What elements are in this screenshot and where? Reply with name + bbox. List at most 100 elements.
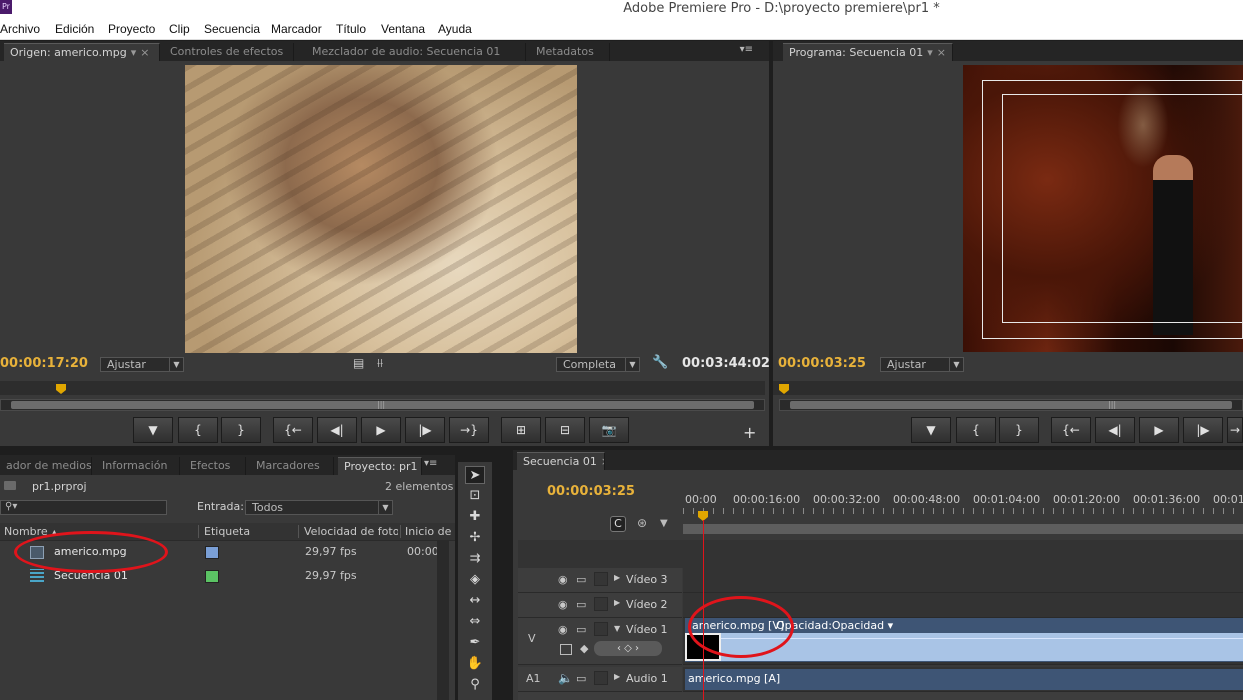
program-play-button[interactable]: ▶ (1139, 417, 1179, 443)
track-header-video2[interactable]: ◉ ▭ ▶ Vídeo 2 (518, 593, 682, 618)
expand-triangle-icon[interactable]: ▶ (614, 598, 620, 607)
track-area-video3[interactable] (683, 568, 1243, 593)
keyframe-navigator[interactable]: ‹ ◇ › (594, 641, 662, 656)
tab-controles-efectos[interactable]: Controles de efectos (164, 43, 294, 61)
target-a1-label[interactable]: A1 (526, 672, 541, 685)
eye-icon[interactable]: ◉ (558, 598, 568, 611)
lock-toggle[interactable] (594, 671, 608, 685)
program-time-ruler[interactable] (773, 381, 1243, 395)
tab-programa[interactable]: Programa: Secuencia 01 ▾ × (783, 43, 953, 61)
opacity-rubber-band[interactable] (721, 638, 1243, 639)
speaker-icon[interactable]: 🔈 (558, 671, 573, 685)
column-inicio[interactable]: Inicio de (400, 525, 452, 538)
pen-tool-icon[interactable]: ✒ (465, 634, 485, 652)
menu-proyecto[interactable]: Proyecto (108, 22, 155, 36)
track-select-tool-icon[interactable]: ⊡ (465, 487, 485, 505)
panel-menu-icon[interactable]: ▾≡ (740, 44, 753, 55)
timeline-ruler[interactable]: 00:00 00:00:16:00 00:00:32:00 00:00:48:0… (683, 490, 1243, 536)
film-icon[interactable]: ▭ (576, 623, 586, 636)
step-back-button[interactable]: ◀| (317, 417, 357, 443)
menu-ayuda[interactable]: Ayuda (438, 22, 472, 36)
program-zoom-scrollbar[interactable]: ||| (779, 399, 1243, 411)
rolling-edit-tool-icon[interactable]: ✢ (465, 529, 485, 547)
program-timecode[interactable]: 00:00:03:25 (778, 356, 866, 371)
column-velocidad[interactable]: Velocidad de fotog (298, 525, 398, 538)
zoom-tool-icon[interactable]: ⚲ (465, 676, 485, 694)
step-forward-button[interactable]: |▶ (405, 417, 445, 443)
tab-secuencia[interactable]: Secuencia 01 × (517, 452, 605, 470)
menu-archivo[interactable]: Archivo (0, 22, 40, 36)
menu-marcador[interactable]: Marcador (271, 22, 322, 36)
target-v-label[interactable]: V (528, 632, 536, 645)
go-to-out-button[interactable]: →} (449, 417, 489, 443)
expand-triangle-icon[interactable]: ▶ (614, 573, 620, 582)
timeline-timecode[interactable]: 00:00:03:25 (547, 484, 635, 499)
insert-button[interactable]: ⊞ (501, 417, 541, 443)
source-video-frame[interactable] (185, 65, 577, 353)
tab-explorador-medios[interactable]: ador de medios (0, 457, 92, 475)
collapse-triangle-icon[interactable]: ▼ (614, 624, 620, 633)
slide-tool-icon[interactable]: ⇔ (465, 613, 485, 631)
eye-icon[interactable]: ◉ (558, 573, 568, 586)
track-header-video3[interactable]: ◉ ▭ ▶ Vídeo 3 (518, 568, 682, 593)
project-scrollbar[interactable] (437, 541, 449, 700)
close-icon[interactable]: × (140, 46, 149, 59)
film-strip-icon[interactable]: ▤ (353, 356, 364, 370)
entrada-dropdown[interactable]: Todos ▼ (245, 500, 393, 515)
source-playhead[interactable] (56, 384, 66, 394)
wrench-icon[interactable]: 🔧 (652, 355, 668, 370)
export-frame-button[interactable]: 📷 (589, 417, 629, 443)
search-input[interactable]: ⚲▾ (0, 500, 167, 515)
panel-menu-icon[interactable]: ▾≡ (424, 458, 437, 469)
add-marker-icon[interactable]: ▼ (660, 518, 668, 529)
audio-clip-americo[interactable]: americo.mpg [A] (685, 669, 1243, 690)
audio-waveform-icon[interactable]: ⟊⟊ (377, 356, 383, 371)
track-header-audio1[interactable]: A1 🔈 ▭ ▶ Audio 1 (518, 667, 682, 692)
column-etiqueta[interactable]: Etiqueta (198, 525, 250, 538)
track-area-audio1[interactable]: americo.mpg [A] (683, 667, 1243, 692)
mark-in-button[interactable]: { (178, 417, 218, 443)
close-icon[interactable]: × (937, 46, 946, 59)
tab-mezclador-audio[interactable]: Mezclador de audio: Secuencia 01 (306, 43, 526, 61)
track-header-video1[interactable]: V ◉ ▭ ▼ Vídeo 1 ◆ ‹ ◇ › (518, 618, 682, 665)
hand-tool-icon[interactable]: ✋ (465, 655, 485, 673)
tab-origen[interactable]: Origen: americo.mpg ▾ × (4, 43, 160, 61)
lock-toggle[interactable] (594, 597, 608, 611)
tab-efectos[interactable]: Efectos (184, 457, 246, 475)
go-to-in-button[interactable]: {← (273, 417, 313, 443)
marker-icon[interactable]: ⊛ (637, 516, 647, 530)
expand-triangle-icon[interactable]: ▶ (614, 672, 620, 681)
work-area-bar[interactable] (683, 524, 1243, 534)
razor-tool-icon[interactable]: ◈ (465, 571, 485, 589)
menu-titulo[interactable]: Título (336, 22, 366, 36)
source-time-ruler[interactable] (0, 381, 765, 395)
tab-metadatos[interactable]: Metadatos (530, 43, 610, 61)
overwrite-button[interactable]: ⊟ (545, 417, 585, 443)
program-playhead[interactable] (779, 384, 789, 394)
label-color-chip[interactable] (205, 570, 219, 583)
keyframe-icon[interactable]: ◆ (580, 642, 588, 655)
selection-tool-icon[interactable]: ➤ (465, 466, 485, 484)
dropdown-arrow-icon[interactable]: ▾ (927, 46, 933, 59)
display-style-icon[interactable] (560, 644, 572, 655)
menu-secuencia[interactable]: Secuencia (204, 22, 260, 36)
audio-icon[interactable]: ▭ (576, 672, 586, 685)
lock-toggle[interactable] (594, 622, 608, 636)
rate-stretch-tool-icon[interactable]: ⇉ (465, 550, 485, 568)
add-button-plus-icon[interactable]: + (743, 423, 756, 442)
ripple-edit-tool-icon[interactable]: ✚ (465, 508, 485, 526)
program-go-to-out-button[interactable]: → (1227, 417, 1243, 443)
menu-clip[interactable]: Clip (169, 22, 190, 36)
program-step-forward-button[interactable]: |▶ (1183, 417, 1223, 443)
slip-tool-icon[interactable]: ↔ (465, 592, 485, 610)
close-icon[interactable]: × (601, 455, 604, 468)
program-video-frame[interactable] (963, 65, 1243, 352)
tab-marcadores[interactable]: Marcadores (250, 457, 334, 475)
program-fit-dropdown[interactable]: Ajustar ▼ (880, 357, 964, 372)
source-zoom-scrollbar[interactable]: ||| (0, 399, 765, 411)
play-button[interactable]: ▶ (361, 417, 401, 443)
add-marker-button[interactable]: ▼ (133, 417, 173, 443)
program-step-back-button[interactable]: ◀| (1095, 417, 1135, 443)
snap-toggle-icon[interactable]: C (610, 516, 626, 532)
lock-toggle[interactable] (594, 572, 608, 586)
